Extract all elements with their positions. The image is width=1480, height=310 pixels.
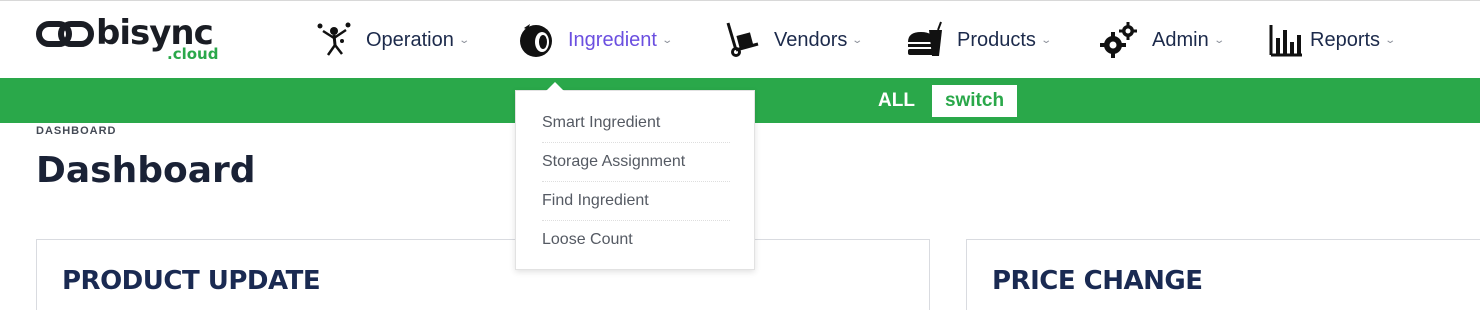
nav-label-admin: Admin [1152, 28, 1209, 51]
card-title: PRICE CHANGE [992, 266, 1203, 296]
chevron-down-icon: ⌄ [458, 34, 470, 46]
nav-label-products: Products [957, 28, 1036, 51]
nav-item-operation[interactable]: Operation ⌄ [314, 17, 470, 63]
product-update-card: PRODUCT UPDATE [36, 239, 930, 310]
nav-label-ingredient: Ingredient [568, 28, 657, 51]
chain-link-icon [36, 21, 94, 47]
menu-item-loose-count[interactable]: Loose Count [542, 220, 730, 259]
switch-button[interactable]: switch [932, 85, 1017, 117]
chevron-down-icon: ⌄ [1040, 34, 1053, 46]
ingredient-dropdown-menu: Smart Ingredient Storage Assignment Find… [515, 90, 755, 270]
nav-item-products[interactable]: Products ⌄ [905, 17, 1053, 63]
price-change-card: PRICE CHANGE [966, 239, 1480, 310]
bar-chart-icon [1268, 20, 1304, 60]
breadcrumb[interactable]: DASHBOARD [36, 125, 117, 137]
brand-subtitle: .cloud [167, 45, 219, 63]
gears-icon [1100, 20, 1140, 60]
page: bisync .cloud Operation ⌄ Ingredient ⌄ V… [0, 0, 1480, 310]
top-navbar: bisync .cloud Operation ⌄ Ingredient ⌄ V… [0, 0, 1480, 78]
brand-logo[interactable]: bisync .cloud [36, 13, 236, 65]
nav-label-vendors: Vendors [774, 28, 848, 51]
card-title: PRODUCT UPDATE [62, 266, 321, 296]
dropdown-arrow [546, 82, 564, 91]
page-title: Dashboard [36, 150, 256, 191]
menu-item-find-ingredient[interactable]: Find Ingredient [542, 181, 730, 220]
chevron-down-icon: ⌄ [851, 34, 864, 46]
juggler-icon [314, 20, 354, 60]
hand-truck-icon [722, 20, 762, 60]
nav-label-reports: Reports [1310, 28, 1381, 51]
nav-item-admin[interactable]: Admin ⌄ [1100, 17, 1225, 63]
nav-label-operation: Operation [366, 28, 454, 51]
chevron-down-icon: ⌄ [1213, 34, 1225, 46]
nav-item-vendors[interactable]: Vendors ⌄ [722, 17, 864, 63]
nav-item-ingredient[interactable]: Ingredient ⌄ [516, 17, 674, 63]
burger-drink-icon [905, 20, 945, 60]
menu-item-storage-assignment[interactable]: Storage Assignment [542, 142, 730, 181]
chevron-down-icon: ⌄ [1384, 34, 1397, 46]
menu-item-smart-ingredient[interactable]: Smart Ingredient [542, 103, 730, 142]
nav-item-reports[interactable]: Reports ⌄ [1268, 17, 1397, 63]
chevron-down-icon: ⌄ [661, 34, 674, 46]
coconut-icon [516, 20, 556, 60]
filter-all-label: ALL [878, 90, 915, 111]
